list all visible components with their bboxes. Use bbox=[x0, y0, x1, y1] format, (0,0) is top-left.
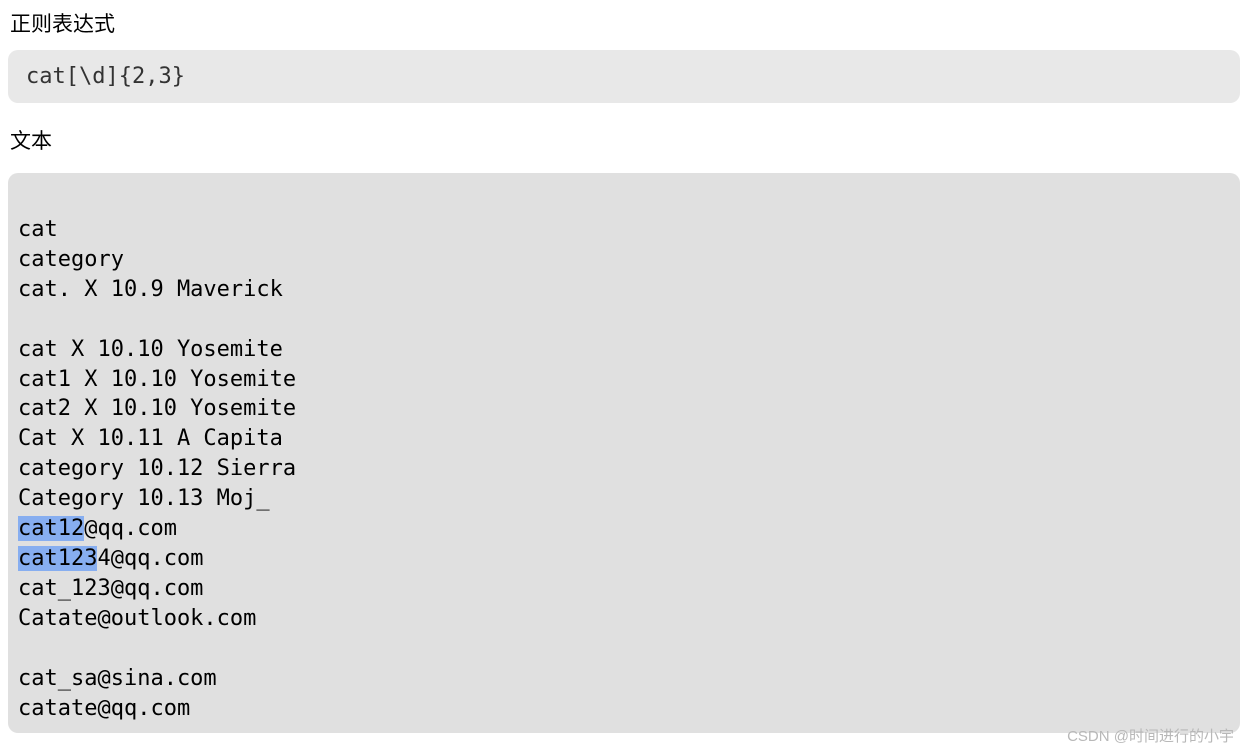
text-segment: cat1 X 10.10 Yosemite bbox=[18, 367, 296, 392]
text-segment: Cat X 10.11 A Capita bbox=[18, 426, 283, 451]
text-segment: category bbox=[18, 247, 124, 272]
text-segment: Category 10.13 Moj_ bbox=[18, 486, 270, 511]
text-line: cat_123@qq.com bbox=[18, 574, 1230, 604]
regex-pattern-text: cat[\d]{2,3} bbox=[26, 64, 185, 89]
test-text-box[interactable]: cat category cat. X 10.9 Maverick cat X 10… bbox=[8, 173, 1240, 733]
text-line: cat1234@qq.com bbox=[18, 544, 1230, 574]
text-line: Cat X 10.11 A Capita bbox=[18, 424, 1230, 454]
text-segment: cat. X 10.9 Maverick bbox=[18, 277, 283, 302]
text-segment: 4@qq.com bbox=[97, 546, 203, 571]
text-line: Category 10.13 Moj_ bbox=[18, 484, 1230, 514]
text-line: cat2 X 10.10 Yosemite bbox=[18, 394, 1230, 424]
watermark-text: CSDN @时间进行的小宇 bbox=[1067, 725, 1234, 746]
regex-match-highlight: cat12 bbox=[18, 516, 84, 541]
text-segment: category 10.12 Sierra bbox=[18, 456, 296, 481]
text-line: cat12@qq.com bbox=[18, 514, 1230, 544]
regex-input-box[interactable]: cat[\d]{2,3} bbox=[8, 50, 1240, 103]
regex-section-label: 正则表达式 bbox=[0, 0, 1248, 50]
text-segment: cat_sa@sina.com bbox=[18, 666, 217, 691]
text-line: category bbox=[18, 245, 1230, 275]
text-segment: cat X 10.10 Yosemite bbox=[18, 337, 283, 362]
text-segment: catate@qq.com bbox=[18, 696, 190, 721]
text-segment: cat bbox=[18, 217, 58, 242]
text-line bbox=[18, 634, 1230, 664]
text-line bbox=[18, 305, 1230, 335]
text-segment: cat_123@qq.com bbox=[18, 576, 203, 601]
text-line: cat X 10.10 Yosemite bbox=[18, 335, 1230, 365]
text-line: category 10.12 Sierra bbox=[18, 454, 1230, 484]
text-section-label: 文本 bbox=[0, 103, 1248, 173]
text-line: catate@qq.com bbox=[18, 694, 1230, 724]
text-segment: cat2 X 10.10 Yosemite bbox=[18, 396, 296, 421]
text-line: cat1 X 10.10 Yosemite bbox=[18, 365, 1230, 395]
text-line: Catate@outlook.com bbox=[18, 604, 1230, 634]
text-line: cat_sa@sina.com bbox=[18, 664, 1230, 694]
text-segment: Catate@outlook.com bbox=[18, 606, 256, 631]
text-line: cat. X 10.9 Maverick bbox=[18, 275, 1230, 305]
text-line: cat bbox=[18, 215, 1230, 245]
text-segment: @qq.com bbox=[84, 516, 177, 541]
regex-match-highlight: cat123 bbox=[18, 546, 97, 571]
